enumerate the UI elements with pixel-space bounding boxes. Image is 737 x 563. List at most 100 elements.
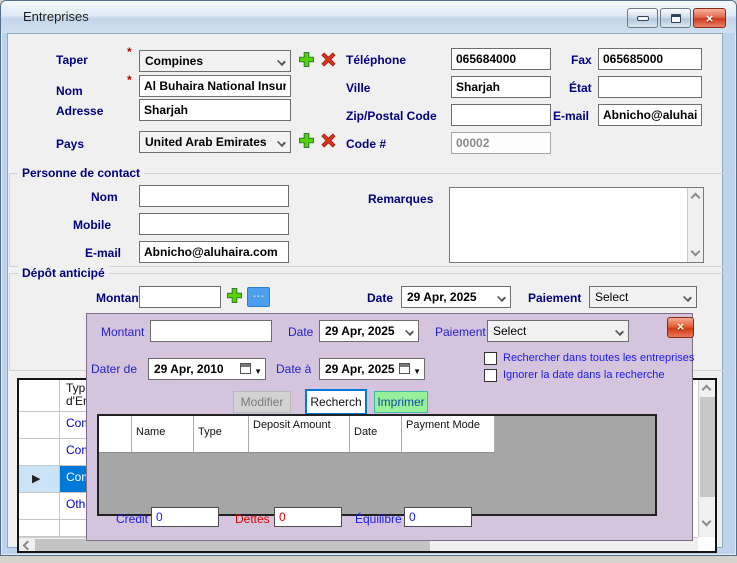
fax-label: Fax [571,53,592,67]
window-title: Entreprises [23,9,89,24]
zip-input[interactable] [451,104,551,126]
etat-label: État [569,81,592,95]
maximize-button[interactable] [660,8,691,28]
dialog-date-select[interactable]: 29 Apr, 2025 [319,320,419,342]
grid-col-deposit-amount: Deposit Amount [249,416,350,453]
modifier-button[interactable]: Modifier [233,391,291,413]
delete-pays-button[interactable] [320,132,338,150]
scroll-left-icon[interactable] [23,541,33,551]
contact-nom-input[interactable] [139,185,289,207]
nom-input[interactable] [139,75,291,97]
remarques-textarea[interactable] [449,187,704,263]
entreprises-window: Entreprises × Taper * Compines Nom * Adr… [0,0,737,556]
scroll-down-icon[interactable] [691,247,701,257]
dropdown-arrow-icon: ▼ [413,367,421,376]
remarques-scrollbar[interactable] [687,188,703,262]
fax-input[interactable] [598,48,702,70]
dater-de-picker[interactable]: 29 Apr, 2010 ▼ [148,358,266,380]
pays-select[interactable]: United Arab Emirates [139,131,291,153]
deposit-grid: Name Type Deposit Amount Date Payment Mo… [97,414,657,516]
x-icon [320,51,337,68]
x-icon [320,132,337,149]
contact-nom-label: Nom [91,190,118,204]
delete-taper-button[interactable] [320,51,338,69]
chevron-down-icon [277,138,286,147]
recherch-button[interactable]: Recherch [305,389,367,415]
contact-mobile-input[interactable] [139,213,289,235]
dettes-label: Dettes [235,512,270,526]
date-a-label: Date à [276,362,311,376]
deposit-legend: Dépôt anticipé [18,266,109,280]
telephone-input[interactable] [451,48,551,70]
montant-input[interactable] [139,286,221,308]
adresse-input[interactable] [139,99,291,121]
scroll-up-icon[interactable] [691,193,701,203]
paiement-label: Paiement [528,291,581,305]
email-label: E-mail [553,109,589,123]
search-all-label: Rechercher dans toutes les entreprises [503,352,694,364]
deposit-date-label: Date [367,291,393,305]
ignore-date-checkbox[interactable] [484,369,497,382]
credit-label: Crédit [116,512,148,526]
zip-label: Zip/Postal Code [346,109,437,123]
title-bar[interactable]: Entreprises × [1,1,736,33]
pays-label: Pays [56,137,84,151]
dialog-paiement-label: Paiement [435,325,486,339]
chevron-down-icon [497,293,506,302]
minimize-button[interactable] [627,8,658,28]
dialog-close-button[interactable]: × [667,317,694,338]
calendar-icon [399,363,410,374]
table-header-selector [19,380,60,412]
dropdown-arrow-icon: ▼ [254,367,262,376]
deposit-more-button[interactable]: ⋯ [247,287,270,307]
contact-legend: Personne de contact [18,166,144,180]
ville-input[interactable] [451,76,551,98]
search-all-checkbox[interactable] [484,352,497,365]
close-button[interactable]: × [693,8,726,28]
contact-email-input[interactable] [139,241,289,263]
add-pays-button[interactable] [298,132,316,150]
grid-col-date: Date [350,416,402,453]
grid-header-row: Name Type Deposit Amount Date Payment Mo… [99,416,495,453]
chevron-down-icon [405,327,414,336]
grid-col-payment-mode: Payment Mode [402,416,495,453]
chevron-down-icon [615,327,624,336]
paiement-select[interactable]: Select [589,286,697,308]
code-input [451,132,551,154]
chevron-down-icon [277,57,286,66]
etat-input[interactable] [598,76,702,98]
plus-icon [298,132,315,149]
grid-col-type: Type [194,416,249,453]
deposit-date-select[interactable]: 29 Apr, 2025 [401,286,511,308]
dialog-montant-input[interactable] [150,320,272,342]
minimize-icon [637,16,649,21]
email-input[interactable] [598,104,702,126]
plus-icon [226,287,243,304]
desktop: Entreprises × Taper * Compines Nom * Adr… [0,0,737,563]
remarques-label: Remarques [368,192,433,206]
dater-de-label: Dater de [91,362,137,376]
table-vertical-scrollbar[interactable] [698,380,715,537]
taper-select[interactable]: Compines [139,50,291,72]
contact-mobile-label: Mobile [73,218,111,232]
imprimer-button[interactable]: Imprimer [374,391,428,413]
close-icon: × [706,11,714,26]
credit-value: 0 [151,507,219,527]
adresse-label: Adresse [56,104,103,118]
date-a-picker[interactable]: 29 Apr, 2025 ▼ [319,358,425,380]
plus-icon [298,51,315,68]
dialog-date-label: Date [288,325,313,339]
close-icon: × [677,319,685,334]
dialog-paiement-select[interactable]: Select [487,320,629,342]
maximize-icon [671,14,681,23]
grid-col-selector [99,416,132,453]
nom-required-marker: * [127,73,132,87]
dialog-montant-label: Montant [101,325,144,339]
add-deposit-button[interactable] [226,287,244,305]
scroll-up-icon[interactable] [702,385,712,395]
scrollbar-thumb[interactable] [700,397,715,497]
grid-col-name: Name [132,416,194,453]
ignore-date-label: Ignorer la date dans la recherche [503,369,664,381]
add-taper-button[interactable] [298,51,316,69]
scroll-down-icon[interactable] [702,517,712,527]
